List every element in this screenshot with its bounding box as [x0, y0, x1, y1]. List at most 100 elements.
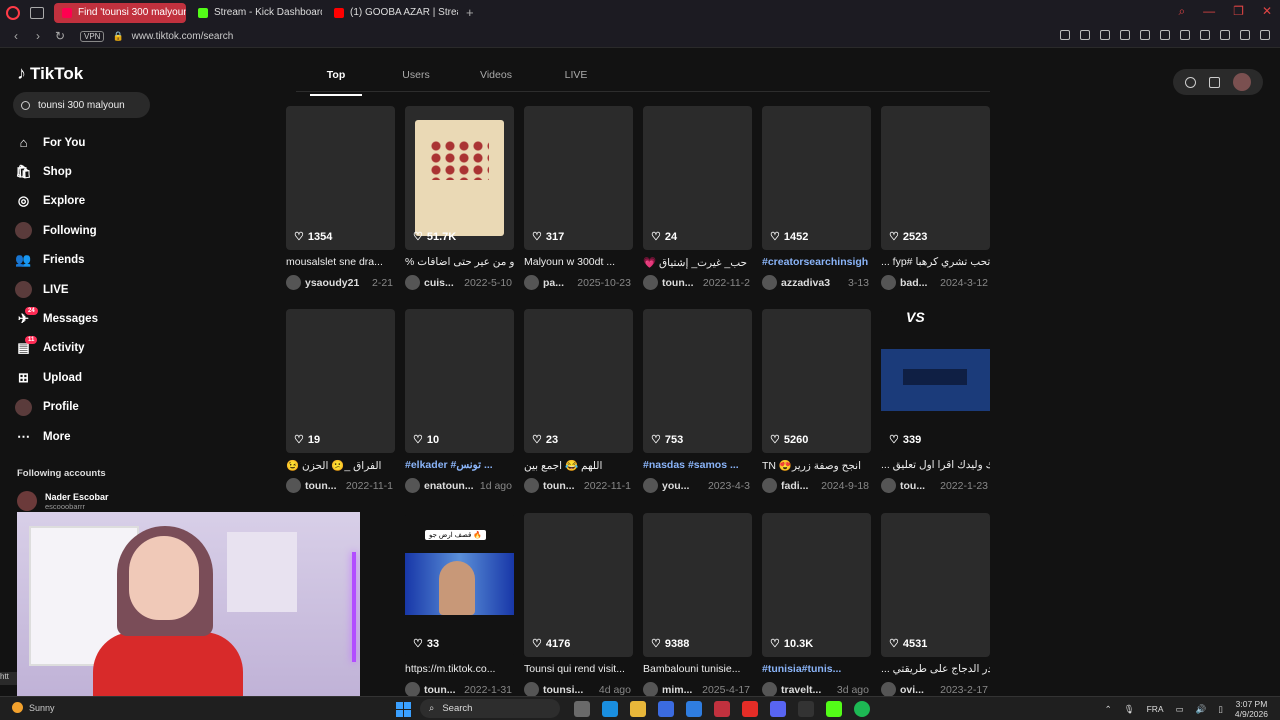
creator-avatar[interactable]: [286, 275, 301, 290]
browser-tab[interactable]: (1) GOOBA AZAR | Stream: [326, 3, 458, 23]
video-title[interactable]: TN 😍انجح وصفة زرير: [762, 459, 871, 473]
vpn-badge[interactable]: VPN: [80, 30, 105, 42]
video-thumbnail[interactable]: ♡ 4531: [881, 513, 990, 657]
video-thumbnail[interactable]: ♡ 5260: [762, 309, 871, 453]
heart-icon[interactable]: [1140, 30, 1150, 40]
network-icon[interactable]: ▭: [1176, 704, 1184, 715]
video-card[interactable]: قصف ارض جو 🔥 ♡ 33 https://m.tiktok.co... tou…: [405, 513, 514, 697]
creator-avatar[interactable]: [643, 478, 658, 493]
reload-icon[interactable]: ↻: [54, 29, 66, 43]
start-button[interactable]: [396, 702, 411, 717]
video-card[interactable]: ♡ 10.3K #tunisia#tunis... travelt... 3d ago: [762, 513, 871, 697]
app-icon[interactable]: [798, 701, 814, 717]
video-card[interactable]: ♡ 5260 TN 😍انجح وصفة زرير fadi... 2024-9-18: [762, 309, 871, 493]
taskbar-search[interactable]: ⌕ Search: [420, 699, 560, 718]
video-card[interactable]: ♡ 23 اللهم 😂 اجمع بين toun... 2022-11-1: [524, 309, 633, 493]
tab-top[interactable]: Top: [296, 64, 376, 96]
youtube-icon[interactable]: [742, 701, 758, 717]
video-title[interactable]: 😉 الفراق _😕 الحزن: [286, 459, 395, 473]
minimize-icon[interactable]: —: [1203, 4, 1215, 19]
opera-icon[interactable]: [714, 701, 730, 717]
tab-users[interactable]: Users: [376, 64, 456, 91]
video-card[interactable]: ♡ 4176 Tounsi qui rend visit... tounsi... 4d…: [524, 513, 633, 697]
video-thumbnail[interactable]: ♡ 51.7K: [405, 106, 514, 250]
menu-icon[interactable]: [1260, 30, 1270, 40]
creator-avatar[interactable]: [643, 682, 658, 697]
creator-name[interactable]: bad...: [900, 277, 927, 289]
creator-name[interactable]: fadi...: [781, 480, 808, 492]
video-title[interactable]: mousalslet sne dra...: [286, 256, 395, 270]
video-thumbnail[interactable]: ♡ 10: [405, 309, 514, 453]
sidebar-item-activity[interactable]: ▤ 11 Activity: [15, 334, 165, 363]
outlook-icon[interactable]: [686, 701, 702, 717]
creator-avatar[interactable]: [286, 478, 301, 493]
creator-name[interactable]: tounsi...: [543, 684, 583, 696]
video-title[interactable]: Malyoun w 300dt ...: [524, 256, 633, 270]
new-tab-button[interactable]: +: [466, 5, 474, 20]
video-thumbnail[interactable]: ♡ 9388: [643, 513, 752, 657]
extensions-icon[interactable]: [1180, 30, 1190, 40]
clock[interactable]: 3:07 PM 4/9/2026: [1235, 699, 1268, 719]
sidebar-item-live[interactable]: LIVE: [15, 275, 165, 304]
video-thumbnail[interactable]: ♡ 753: [643, 309, 752, 453]
creator-name[interactable]: toun...: [662, 277, 694, 289]
sidebar-item-upload[interactable]: ⊞ Upload: [15, 363, 165, 392]
shield-icon[interactable]: [1100, 30, 1110, 40]
maximize-icon[interactable]: ❐: [1233, 4, 1244, 19]
weather-widget[interactable]: Sunny: [12, 702, 55, 713]
creator-avatar[interactable]: [643, 275, 658, 290]
creator-name[interactable]: mim...: [662, 684, 692, 696]
creator-avatar[interactable]: [405, 682, 420, 697]
video-card[interactable]: ♡ 2523 ... fyp# تحب تشري كرهبا bad... 2024-3…: [881, 106, 990, 290]
video-thumbnail[interactable]: ♡ 317: [524, 106, 633, 250]
chevron-up-icon[interactable]: ⌃: [1105, 704, 1112, 715]
video-card[interactable]: ♡ 19 😉 الفراق _😕 الحزن toun... 2022-11-1: [286, 309, 395, 493]
forward-icon[interactable]: ›: [32, 29, 44, 43]
sidebar-item-for-you[interactable]: ⌂ For You: [15, 128, 165, 157]
video-thumbnail[interactable]: ♡ 24: [643, 106, 752, 250]
creator-avatar[interactable]: [405, 275, 420, 290]
creator-avatar[interactable]: [762, 275, 777, 290]
video-card[interactable]: ♡ 1452 #creatorsearchinsigh azzadiva3 3-13: [762, 106, 871, 290]
creator-avatar[interactable]: [405, 478, 420, 493]
video-title[interactable]: % و من عير حتى اضافات...: [405, 256, 514, 270]
video-thumbnail[interactable]: ♡ 10.3K: [762, 513, 871, 657]
video-thumbnail[interactable]: ♡ 4176: [524, 513, 633, 657]
browser-tab[interactable]: Stream - Kick Dashboard: [190, 3, 322, 23]
video-card[interactable]: ♡ 1354 mousalslet sne dra... ysaoudy21 2-21: [286, 106, 395, 290]
language-indicator[interactable]: FRA: [1147, 704, 1164, 714]
creator-avatar[interactable]: [524, 682, 539, 697]
video-card[interactable]: ♡ 753 #nasdas #samos ... you... 2023-4-3: [643, 309, 752, 493]
store-icon[interactable]: [658, 701, 674, 717]
play-icon[interactable]: [1120, 30, 1130, 40]
creator-name[interactable]: toun...: [543, 480, 575, 492]
video-thumbnail[interactable]: قصف ارض جو 🔥 ♡ 33: [405, 513, 514, 657]
edge-icon[interactable]: [602, 701, 618, 717]
creator-avatar[interactable]: [881, 682, 896, 697]
video-card[interactable]: VS ♡339 ... يخليك وليدك اقرا اول تعليق tou.…: [881, 309, 990, 493]
lock-icon[interactable]: 🔒: [112, 31, 123, 42]
video-thumbnail[interactable]: VS ♡ 339: [881, 309, 990, 453]
download-icon[interactable]: [1220, 30, 1230, 40]
spotify-icon[interactable]: [854, 701, 870, 717]
ai-icon[interactable]: [1240, 30, 1250, 40]
workspaces-icon[interactable]: [30, 6, 44, 19]
url-field[interactable]: www.tiktok.com/search: [132, 31, 234, 42]
video-title[interactable]: #elkader #تونس ...: [405, 459, 514, 473]
video-title[interactable]: 💗 حب_ غيرت_ إشتياق: [643, 256, 752, 270]
creator-avatar[interactable]: [524, 275, 539, 290]
microphone-icon[interactable]: 🎙: [1124, 704, 1135, 715]
sidebar-item-following[interactable]: Following: [15, 216, 165, 245]
task-view-icon[interactable]: [574, 701, 590, 717]
video-thumbnail[interactable]: ♡ 1354: [286, 106, 395, 250]
video-thumbnail[interactable]: ♡ 19: [286, 309, 395, 453]
pin-icon[interactable]: [1060, 30, 1070, 40]
video-title[interactable]: #nasdas #samos ...: [643, 459, 752, 473]
video-title[interactable]: Tounsi qui rend visit...: [524, 663, 633, 677]
sidebar-item-shop[interactable]: 🛍 Shop: [15, 157, 165, 186]
sidebar-item-more[interactable]: ⋯ More: [15, 422, 165, 451]
battery-icon[interactable]: ▯: [1218, 704, 1223, 715]
coins-icon[interactable]: [1185, 76, 1197, 88]
history-icon[interactable]: [1200, 30, 1210, 40]
sidebar-item-explore[interactable]: ◎ Explore: [15, 187, 165, 216]
